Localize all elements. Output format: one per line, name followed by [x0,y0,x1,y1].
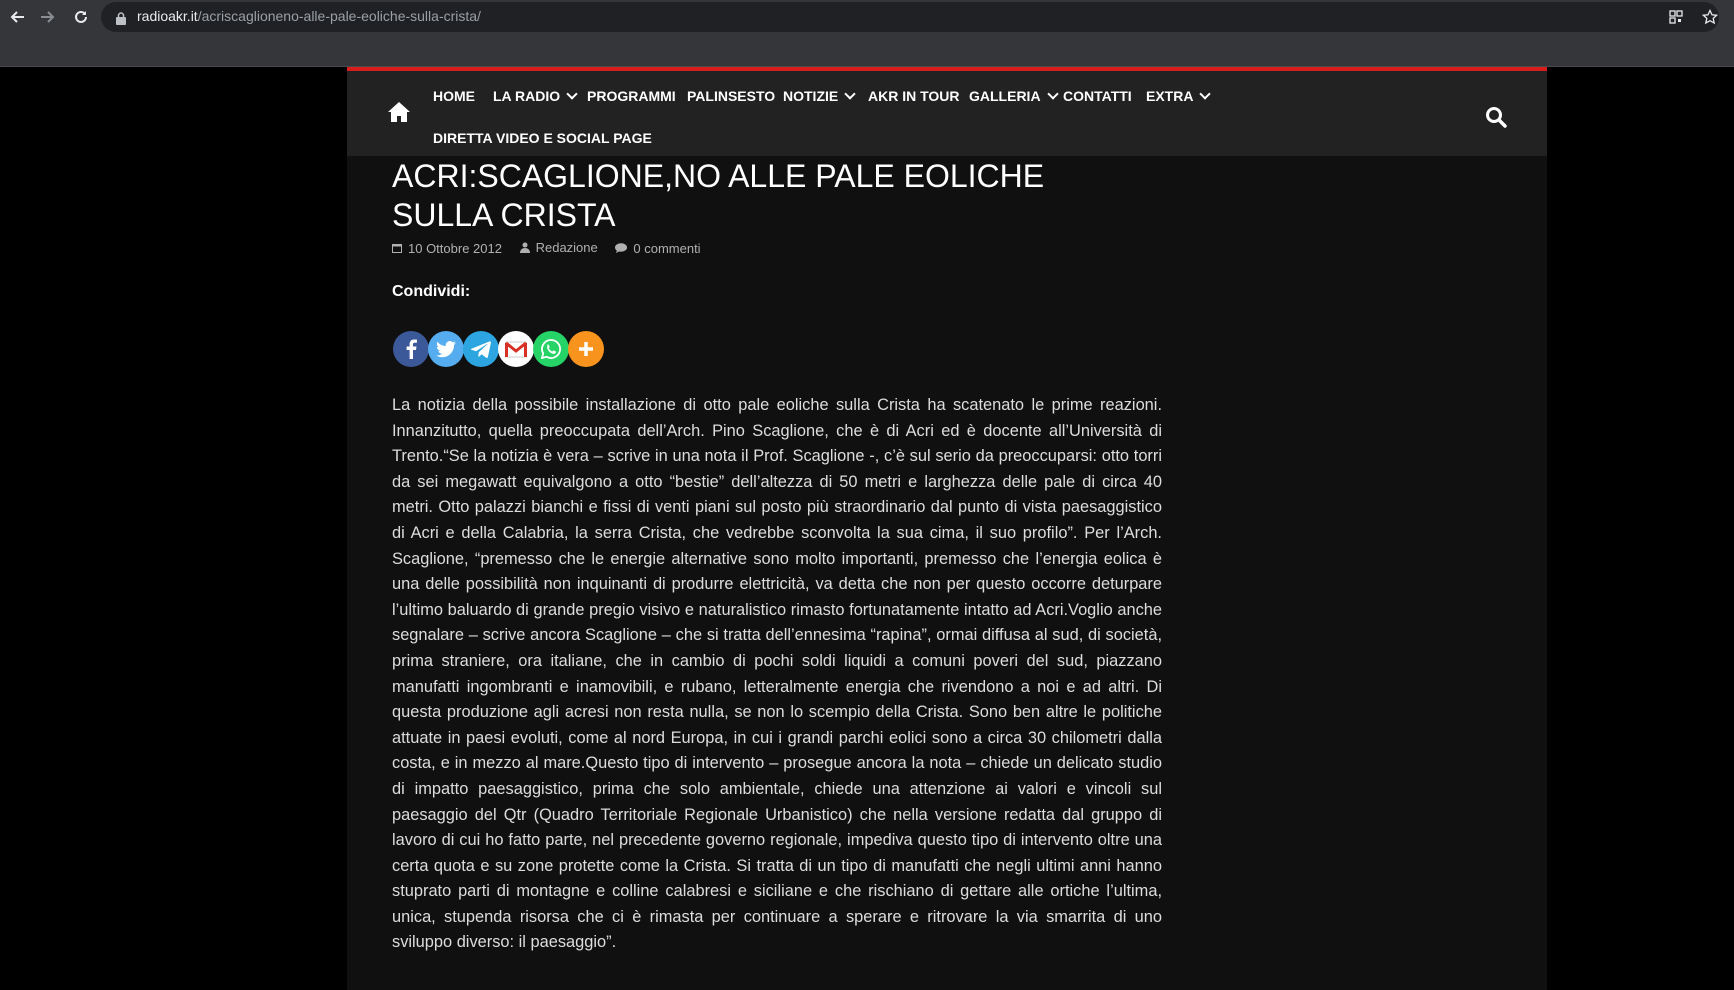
home-icon[interactable] [387,101,411,123]
post-author[interactable]: Redazione [519,240,598,255]
post-comments[interactable]: 0 commenti [615,240,701,256]
menu-item-home[interactable]: HOME [433,88,475,104]
menu-item-galleria[interactable]: GALLERIA [969,88,1059,104]
facebook-share-button[interactable] [393,331,429,367]
user-icon [519,242,530,253]
plus-icon [579,342,593,356]
search-icon[interactable] [1485,106,1507,128]
back-icon[interactable] [6,6,28,28]
more-share-button[interactable] [568,331,604,367]
menu-item-akr-in-tour[interactable]: AKR IN TOUR [868,88,960,104]
menu-item-programmi[interactable]: PROGRAMMI [587,88,676,104]
menu-item-label: PROGRAMMI [587,88,676,104]
forward-icon[interactable] [37,6,59,28]
share-label: Condividi: [392,283,471,300]
url-path: /acriscaglioneno-alle-pale-eoliche-sulla… [197,8,481,24]
site-container: HOME LA RADIO PROGRAMMI PALINSESTO NOTIZ… [347,67,1547,990]
chevron-down-icon [1046,88,1059,100]
chevron-down-icon [1199,88,1212,100]
whatsapp-share-button[interactable] [533,331,569,367]
browser-toolbar: radioakr.it/acriscaglioneno-alle-pale-eo… [0,0,1734,67]
menu-item-label: CONTATTI [1063,88,1132,104]
menu-item-label: NOTIZIE [783,88,839,104]
twitter-share-button[interactable] [428,331,464,367]
chevron-down-icon [844,88,856,100]
menu-item-label: PALINSESTO [687,88,776,104]
gmail-share-button[interactable] [498,331,534,367]
article-body: La notizia della possibile installazione… [392,396,1162,952]
menu-item-label: DIRETTA VIDEO E SOCIAL PAGE [433,130,652,146]
facebook-icon [406,339,417,359]
bookmark-star-icon[interactable] [1700,7,1720,27]
twitter-icon [436,340,456,357]
url-domain: radioakr.it [137,8,198,24]
article-meta: 10 Ottobre 2012 Redazione 0 commenti [392,240,715,256]
calendar-icon [392,244,402,253]
lock-icon[interactable] [116,10,126,25]
post-comments-label: 0 commenti [633,240,701,256]
chevron-down-icon [566,88,578,100]
menu-item-palinsesto[interactable]: PALINSESTO [687,88,775,104]
menu-item-label: AKR IN TOUR [868,88,960,104]
menu-item-label: HOME [433,88,475,104]
telegram-icon [471,340,491,358]
menu-item-notizie[interactable]: NOTIZIE [783,88,856,104]
menu-item-label: LA RADIO [493,88,561,104]
menu-item-contatti[interactable]: CONTATTI [1063,88,1132,104]
post-date[interactable]: 10 Ottobre 2012 [392,241,502,256]
menu-item-label: GALLERIA [969,88,1041,104]
post-author-label: Redazione [535,240,598,255]
gmail-icon [505,341,527,357]
article-title: ACRI:SCAGLIONE,NO ALLE PALE EOLICHE SULL… [392,158,1045,233]
url-text[interactable]: radioakr.it/acriscaglioneno-alle-pale-eo… [137,8,481,24]
qr-icon[interactable] [1666,7,1686,27]
menu-item-extra[interactable]: EXTRA [1146,88,1212,104]
post-date-label: 10 Ottobre 2012 [408,240,502,256]
reload-icon[interactable] [70,6,92,28]
menu-item-diretta-video[interactable]: DIRETTA VIDEO E SOCIAL PAGE [433,130,652,146]
menu-item-label: EXTRA [1146,88,1194,104]
menu-item-la-radio[interactable]: LA RADIO [493,88,578,104]
comment-icon [615,243,628,253]
whatsapp-icon [541,339,561,359]
telegram-share-button[interactable] [463,331,499,367]
site-header: HOME LA RADIO PROGRAMMI PALINSESTO NOTIZ… [347,71,1547,156]
